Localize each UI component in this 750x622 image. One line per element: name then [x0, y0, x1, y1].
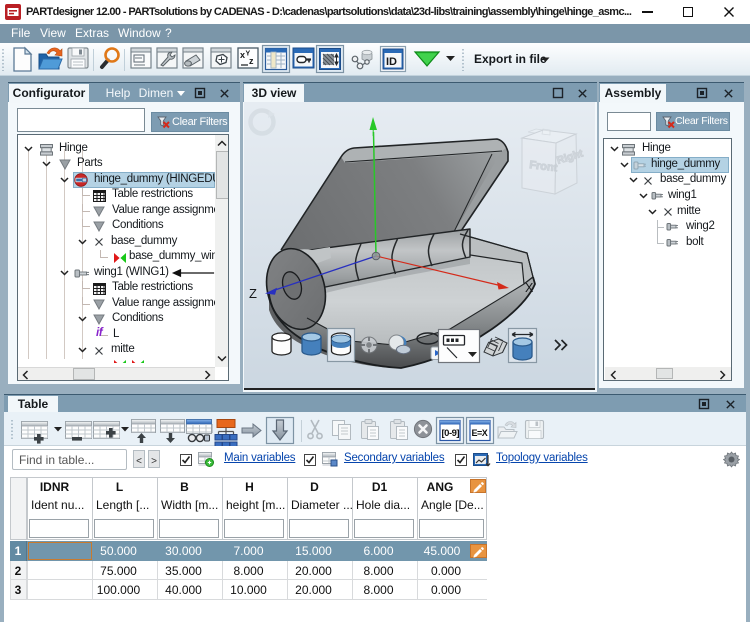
- svg-text:E=X: E=X: [472, 428, 488, 438]
- svg-text:z: z: [249, 56, 254, 66]
- svg-text:ID: ID: [386, 56, 397, 68]
- svg-text:x: x: [240, 50, 245, 60]
- svg-text:X: X: [525, 281, 534, 295]
- svg-text:Z: Z: [249, 286, 257, 301]
- svg-text:[0-9]: [0-9]: [442, 428, 460, 439]
